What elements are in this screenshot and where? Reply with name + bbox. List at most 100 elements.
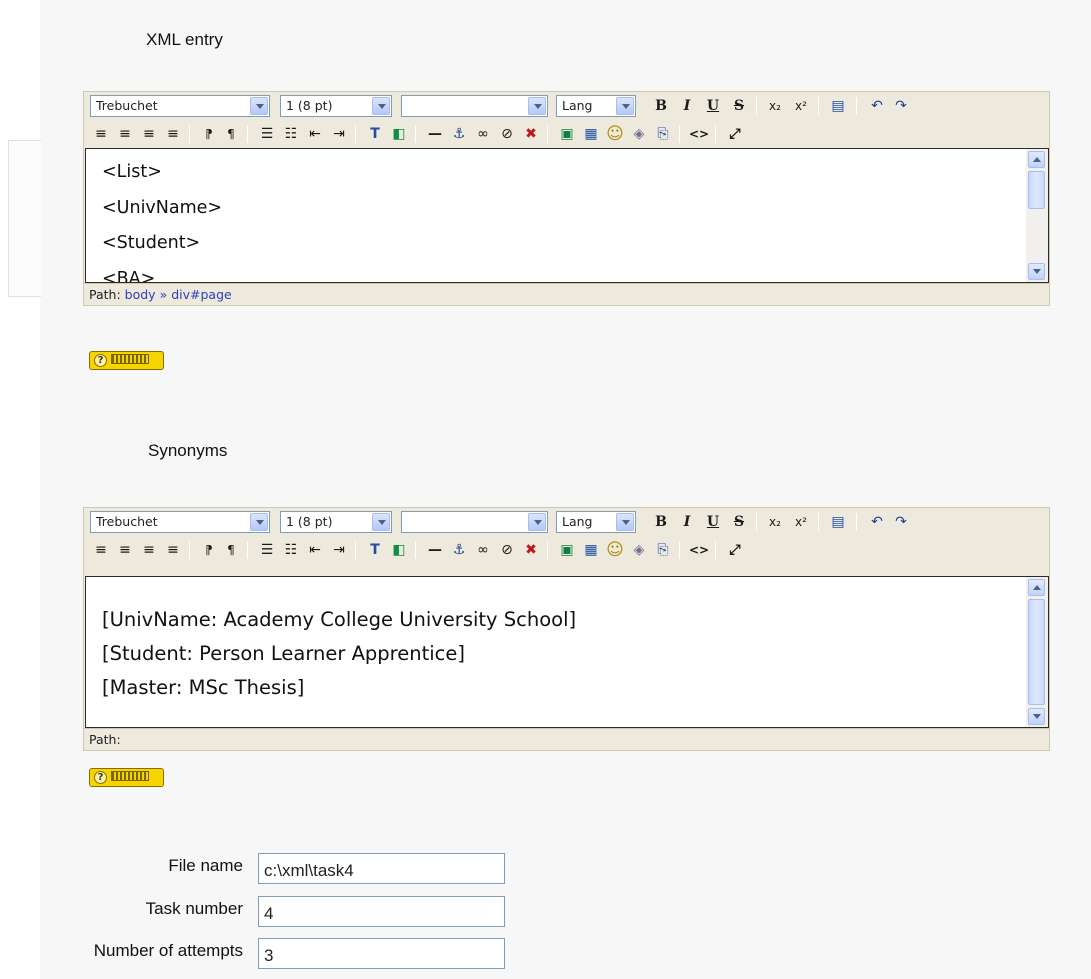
font-size-select[interactable]: 1 (8 pt) — [280, 95, 392, 117]
help-keyboard-button[interactable]: ? — [89, 351, 164, 370]
horizontal-rule-icon[interactable]: — — [424, 124, 446, 144]
ltr-icon[interactable]: ⁋ — [198, 124, 220, 144]
indent-icon[interactable]: ⇥ — [328, 540, 350, 560]
rtl-icon[interactable]: ¶ — [220, 124, 242, 144]
image-icon[interactable]: ▣ — [556, 540, 578, 560]
rtl-icon[interactable]: ¶ — [220, 540, 242, 560]
help-icon: ? — [94, 771, 107, 784]
table-icon[interactable]: ▦ — [580, 124, 602, 144]
redo-icon[interactable]: ↷ — [890, 96, 912, 116]
text-color-icon[interactable]: T — [364, 124, 386, 144]
editor-text: [UnivName: Academy College University Sc… — [86, 577, 1048, 705]
subscript-icon[interactable]: x₂ — [764, 96, 786, 116]
nolink-icon[interactable]: ✖ — [520, 124, 542, 144]
vertical-scrollbar[interactable] — [1026, 577, 1048, 727]
align-center-icon[interactable]: ≡ — [114, 124, 136, 144]
lang-select[interactable]: Lang — [556, 511, 636, 533]
scroll-up-icon[interactable] — [1028, 151, 1045, 168]
link-icon[interactable]: ∞ — [472, 124, 494, 144]
chevron-down-icon — [528, 513, 546, 531]
file-name-field[interactable]: c:\xml\task4 — [258, 853, 505, 884]
superscript-icon[interactable]: x² — [790, 512, 812, 532]
font-family-select[interactable]: Trebuchet — [90, 95, 270, 117]
path-body-link[interactable]: body — [125, 287, 156, 302]
ordered-list-icon[interactable]: ☰ — [256, 124, 278, 144]
redo-icon[interactable]: ↷ — [890, 512, 912, 532]
outdent-icon[interactable]: ⇤ — [304, 124, 326, 144]
unlink-icon[interactable]: ⊘ — [496, 540, 518, 560]
ltr-icon[interactable]: ⁋ — [198, 540, 220, 560]
vertical-scrollbar[interactable] — [1026, 149, 1048, 282]
lang-select[interactable]: Lang — [556, 95, 636, 117]
search-replace-icon[interactable]: ⎘ — [652, 124, 674, 144]
align-left-icon[interactable]: ≡ — [90, 540, 112, 560]
align-left-icon[interactable]: ≡ — [90, 124, 112, 144]
unordered-list-icon[interactable]: ☷ — [280, 540, 302, 560]
image-icon[interactable]: ▣ — [556, 124, 578, 144]
font-size-select[interactable]: 1 (8 pt) — [280, 511, 392, 533]
chevron-down-icon — [372, 97, 390, 115]
search-replace-icon[interactable]: ⎘ — [652, 540, 674, 560]
strikethrough-icon[interactable]: S — [728, 512, 750, 532]
scroll-down-icon[interactable] — [1028, 263, 1045, 280]
paste-word-icon[interactable]: ▤ — [827, 96, 849, 116]
underline-icon[interactable]: U — [702, 96, 724, 116]
underline-icon[interactable]: U — [702, 512, 724, 532]
xml-entry-textarea[interactable]: <List> <UnivName> <Student> <BA> — [85, 148, 1049, 283]
fullscreen-icon[interactable]: ⤢ — [724, 540, 746, 560]
background-color-icon[interactable]: ◧ — [388, 124, 410, 144]
justify-icon[interactable]: ≡ — [162, 124, 184, 144]
html-source-icon[interactable]: <> — [688, 540, 710, 560]
path-div-link[interactable]: div#page — [171, 287, 232, 302]
html-source-icon[interactable]: <> — [688, 124, 710, 144]
background-color-icon[interactable]: ◧ — [388, 540, 410, 560]
italic-icon[interactable]: I — [676, 96, 698, 116]
format-select[interactable] — [401, 511, 548, 533]
bold-icon[interactable]: B — [650, 96, 672, 116]
subscript-icon[interactable]: x₂ — [764, 512, 786, 532]
synonyms-textarea[interactable]: [UnivName: Academy College University Sc… — [85, 576, 1049, 728]
scroll-down-icon[interactable] — [1028, 708, 1045, 725]
justify-icon[interactable]: ≡ — [162, 540, 184, 560]
smiley-icon[interactable]: ☺ — [604, 124, 626, 144]
toolbar-divider — [818, 97, 819, 115]
smiley-icon[interactable]: ☺ — [604, 540, 626, 560]
undo-icon[interactable]: ↶ — [866, 96, 888, 116]
strikethrough-icon[interactable]: S — [728, 96, 750, 116]
scroll-up-icon[interactable] — [1028, 579, 1045, 596]
outdent-icon[interactable]: ⇤ — [304, 540, 326, 560]
font-family-select[interactable]: Trebuchet — [90, 511, 270, 533]
scroll-thumb[interactable] — [1028, 171, 1045, 209]
editor-line: <List> — [102, 162, 162, 182]
special-char-icon[interactable]: ◈ — [628, 124, 650, 144]
superscript-icon[interactable]: x² — [790, 96, 812, 116]
align-right-icon[interactable]: ≡ — [138, 124, 160, 144]
scroll-thumb[interactable] — [1028, 599, 1045, 705]
bold-icon[interactable]: B — [650, 512, 672, 532]
unlink-icon[interactable]: ⊘ — [496, 124, 518, 144]
anchor-icon[interactable]: ⚓ — [448, 124, 470, 144]
italic-icon[interactable]: I — [676, 512, 698, 532]
unordered-list-icon[interactable]: ☷ — [280, 124, 302, 144]
help-keyboard-button[interactable]: ? — [89, 768, 164, 787]
ordered-list-icon[interactable]: ☰ — [256, 540, 278, 560]
toolbar-divider — [247, 541, 248, 559]
undo-icon[interactable]: ↶ — [866, 512, 888, 532]
attempts-field[interactable]: 3 — [258, 938, 505, 969]
text-color-icon[interactable]: T — [364, 540, 386, 560]
link-icon[interactable]: ∞ — [472, 540, 494, 560]
align-center-icon[interactable]: ≡ — [114, 540, 136, 560]
editor-line: <BA> — [102, 268, 156, 283]
table-icon[interactable]: ▦ — [580, 540, 602, 560]
toolbar-divider — [415, 125, 416, 143]
horizontal-rule-icon[interactable]: — — [424, 540, 446, 560]
task-number-field[interactable]: 4 — [258, 896, 505, 927]
paste-word-icon[interactable]: ▤ — [827, 512, 849, 532]
special-char-icon[interactable]: ◈ — [628, 540, 650, 560]
anchor-icon[interactable]: ⚓ — [448, 540, 470, 560]
nolink-icon[interactable]: ✖ — [520, 540, 542, 560]
indent-icon[interactable]: ⇥ — [328, 124, 350, 144]
fullscreen-icon[interactable]: ⤢ — [724, 124, 746, 144]
align-right-icon[interactable]: ≡ — [138, 540, 160, 560]
format-select[interactable] — [401, 95, 548, 117]
